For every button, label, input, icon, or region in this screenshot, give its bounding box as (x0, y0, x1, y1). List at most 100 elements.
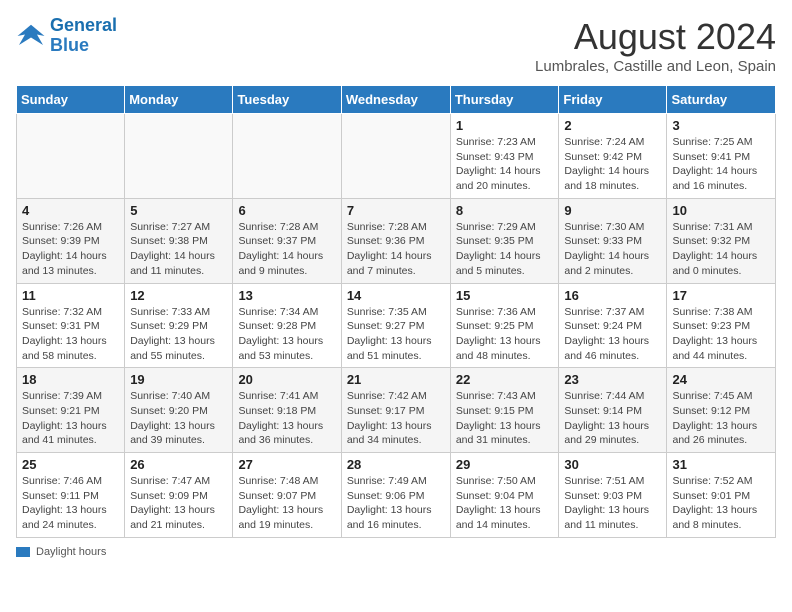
day-number: 5 (130, 203, 227, 218)
col-header-friday: Friday (559, 86, 667, 114)
week-row-1: 1 Sunrise: 7:23 AM Sunset: 9:43 PM Daylig… (17, 114, 776, 199)
calendar-table: SundayMondayTuesdayWednesdayThursdayFrid… (16, 85, 776, 538)
day-info: Sunrise: 7:32 AM Sunset: 9:31 PM Dayligh… (22, 305, 119, 364)
day-number: 31 (672, 457, 770, 472)
day-number: 24 (672, 372, 770, 387)
day-cell: 21 Sunrise: 7:42 AM Sunset: 9:17 PM Dayli… (341, 368, 450, 453)
day-info: Sunrise: 7:39 AM Sunset: 9:21 PM Dayligh… (22, 389, 119, 448)
day-info: Sunrise: 7:38 AM Sunset: 9:23 PM Dayligh… (672, 305, 770, 364)
day-cell: 12 Sunrise: 7:33 AM Sunset: 9:29 PM Dayli… (125, 283, 233, 368)
day-info: Sunrise: 7:30 AM Sunset: 9:33 PM Dayligh… (564, 220, 661, 279)
day-info: Sunrise: 7:45 AM Sunset: 9:12 PM Dayligh… (672, 389, 770, 448)
day-info: Sunrise: 7:47 AM Sunset: 9:09 PM Dayligh… (130, 474, 227, 533)
day-number: 26 (130, 457, 227, 472)
day-info: Sunrise: 7:28 AM Sunset: 9:36 PM Dayligh… (347, 220, 445, 279)
day-number: 12 (130, 288, 227, 303)
week-row-5: 25 Sunrise: 7:46 AM Sunset: 9:11 PM Dayli… (17, 453, 776, 538)
week-row-3: 11 Sunrise: 7:32 AM Sunset: 9:31 PM Dayli… (17, 283, 776, 368)
day-info: Sunrise: 7:33 AM Sunset: 9:29 PM Dayligh… (130, 305, 227, 364)
day-cell: 13 Sunrise: 7:34 AM Sunset: 9:28 PM Dayli… (233, 283, 341, 368)
day-number: 4 (22, 203, 119, 218)
day-cell: 31 Sunrise: 7:52 AM Sunset: 9:01 PM Dayli… (667, 453, 776, 538)
day-cell: 15 Sunrise: 7:36 AM Sunset: 9:25 PM Dayli… (450, 283, 559, 368)
day-info: Sunrise: 7:29 AM Sunset: 9:35 PM Dayligh… (456, 220, 554, 279)
main-title: August 2024 (535, 16, 776, 58)
calendar-header-row: SundayMondayTuesdayWednesdayThursdayFrid… (17, 86, 776, 114)
day-info: Sunrise: 7:51 AM Sunset: 9:03 PM Dayligh… (564, 474, 661, 533)
day-number: 28 (347, 457, 445, 472)
day-info: Sunrise: 7:31 AM Sunset: 9:32 PM Dayligh… (672, 220, 770, 279)
day-info: Sunrise: 7:43 AM Sunset: 9:15 PM Dayligh… (456, 389, 554, 448)
day-info: Sunrise: 7:40 AM Sunset: 9:20 PM Dayligh… (130, 389, 227, 448)
day-number: 11 (22, 288, 119, 303)
day-number: 16 (564, 288, 661, 303)
day-cell: 19Sunrise: 7:40 AM Sunset: 9:20 PM Dayli… (125, 368, 233, 453)
day-cell: 17Sunrise: 7:38 AM Sunset: 9:23 PM Dayli… (667, 283, 776, 368)
day-info: Sunrise: 7:42 AM Sunset: 9:17 PM Dayligh… (347, 389, 445, 448)
col-header-wednesday: Wednesday (341, 86, 450, 114)
day-cell: 4Sunrise: 7:26 AM Sunset: 9:39 PM Daylig… (17, 198, 125, 283)
day-number: 20 (238, 372, 335, 387)
day-cell: 26 Sunrise: 7:47 AM Sunset: 9:09 PM Dayli… (125, 453, 233, 538)
daylight-legend-bar (16, 547, 30, 557)
day-number: 25 (22, 457, 119, 472)
day-number: 9 (564, 203, 661, 218)
day-cell: 2 Sunrise: 7:24 AM Sunset: 9:42 PM Daylig… (559, 114, 667, 199)
day-cell: 1 Sunrise: 7:23 AM Sunset: 9:43 PM Daylig… (450, 114, 559, 199)
day-info: Sunrise: 7:52 AM Sunset: 9:01 PM Dayligh… (672, 474, 770, 533)
day-cell: 20Sunrise: 7:41 AM Sunset: 9:18 PM Dayli… (233, 368, 341, 453)
day-cell: 7 Sunrise: 7:28 AM Sunset: 9:36 PM Daylig… (341, 198, 450, 283)
logo: General Blue (16, 16, 117, 56)
col-header-sunday: Sunday (17, 86, 125, 114)
day-number: 14 (347, 288, 445, 303)
day-cell: 14Sunrise: 7:35 AM Sunset: 9:27 PM Dayli… (341, 283, 450, 368)
day-cell: 11 Sunrise: 7:32 AM Sunset: 9:31 PM Dayli… (17, 283, 125, 368)
col-header-thursday: Thursday (450, 86, 559, 114)
logo-icon (16, 21, 46, 51)
day-info: Sunrise: 7:28 AM Sunset: 9:37 PM Dayligh… (238, 220, 335, 279)
day-cell (341, 114, 450, 199)
day-info: Sunrise: 7:37 AM Sunset: 9:24 PM Dayligh… (564, 305, 661, 364)
day-cell: 9 Sunrise: 7:30 AM Sunset: 9:33 PM Daylig… (559, 198, 667, 283)
page-wrapper: General Blue August 2024 Lumbrales, Cast… (16, 16, 776, 558)
day-number: 30 (564, 457, 661, 472)
title-block: August 2024 Lumbrales, Castille and Leon… (535, 16, 776, 75)
day-cell (233, 114, 341, 199)
col-header-monday: Monday (125, 86, 233, 114)
day-cell: 18 Sunrise: 7:39 AM Sunset: 9:21 PM Dayli… (17, 368, 125, 453)
day-number: 29 (456, 457, 554, 472)
day-info: Sunrise: 7:34 AM Sunset: 9:28 PM Dayligh… (238, 305, 335, 364)
day-number: 22 (456, 372, 554, 387)
day-info: Sunrise: 7:36 AM Sunset: 9:25 PM Dayligh… (456, 305, 554, 364)
day-cell (17, 114, 125, 199)
day-number: 2 (564, 118, 661, 133)
day-number: 10 (672, 203, 770, 218)
day-number: 21 (347, 372, 445, 387)
day-number: 18 (22, 372, 119, 387)
day-cell: 6 Sunrise: 7:28 AM Sunset: 9:37 PM Daylig… (233, 198, 341, 283)
day-cell: 24 Sunrise: 7:45 AM Sunset: 9:12 PM Dayli… (667, 368, 776, 453)
day-number: 7 (347, 203, 445, 218)
day-info: Sunrise: 7:48 AM Sunset: 9:07 PM Dayligh… (238, 474, 335, 533)
page-header: General Blue August 2024 Lumbrales, Cast… (16, 16, 776, 75)
day-number: 23 (564, 372, 661, 387)
week-row-2: 4Sunrise: 7:26 AM Sunset: 9:39 PM Daylig… (17, 198, 776, 283)
day-info: Sunrise: 7:24 AM Sunset: 9:42 PM Dayligh… (564, 135, 661, 194)
col-header-tuesday: Tuesday (233, 86, 341, 114)
logo-text: General Blue (50, 16, 117, 56)
day-number: 1 (456, 118, 554, 133)
sub-title: Lumbrales, Castille and Leon, Spain (535, 58, 776, 75)
day-info: Sunrise: 7:49 AM Sunset: 9:06 PM Dayligh… (347, 474, 445, 533)
day-number: 15 (456, 288, 554, 303)
day-cell: 27Sunrise: 7:48 AM Sunset: 9:07 PM Dayli… (233, 453, 341, 538)
day-info: Sunrise: 7:23 AM Sunset: 9:43 PM Dayligh… (456, 135, 554, 194)
calendar-footer: Daylight hours (16, 546, 776, 558)
day-info: Sunrise: 7:46 AM Sunset: 9:11 PM Dayligh… (22, 474, 119, 533)
day-cell: 10 Sunrise: 7:31 AM Sunset: 9:32 PM Dayli… (667, 198, 776, 283)
day-number: 13 (238, 288, 335, 303)
day-info: Sunrise: 7:44 AM Sunset: 9:14 PM Dayligh… (564, 389, 661, 448)
day-number: 6 (238, 203, 335, 218)
day-info: Sunrise: 7:25 AM Sunset: 9:41 PM Dayligh… (672, 135, 770, 194)
day-cell: 5Sunrise: 7:27 AM Sunset: 9:38 PM Daylig… (125, 198, 233, 283)
day-cell: 28 Sunrise: 7:49 AM Sunset: 9:06 PM Dayli… (341, 453, 450, 538)
